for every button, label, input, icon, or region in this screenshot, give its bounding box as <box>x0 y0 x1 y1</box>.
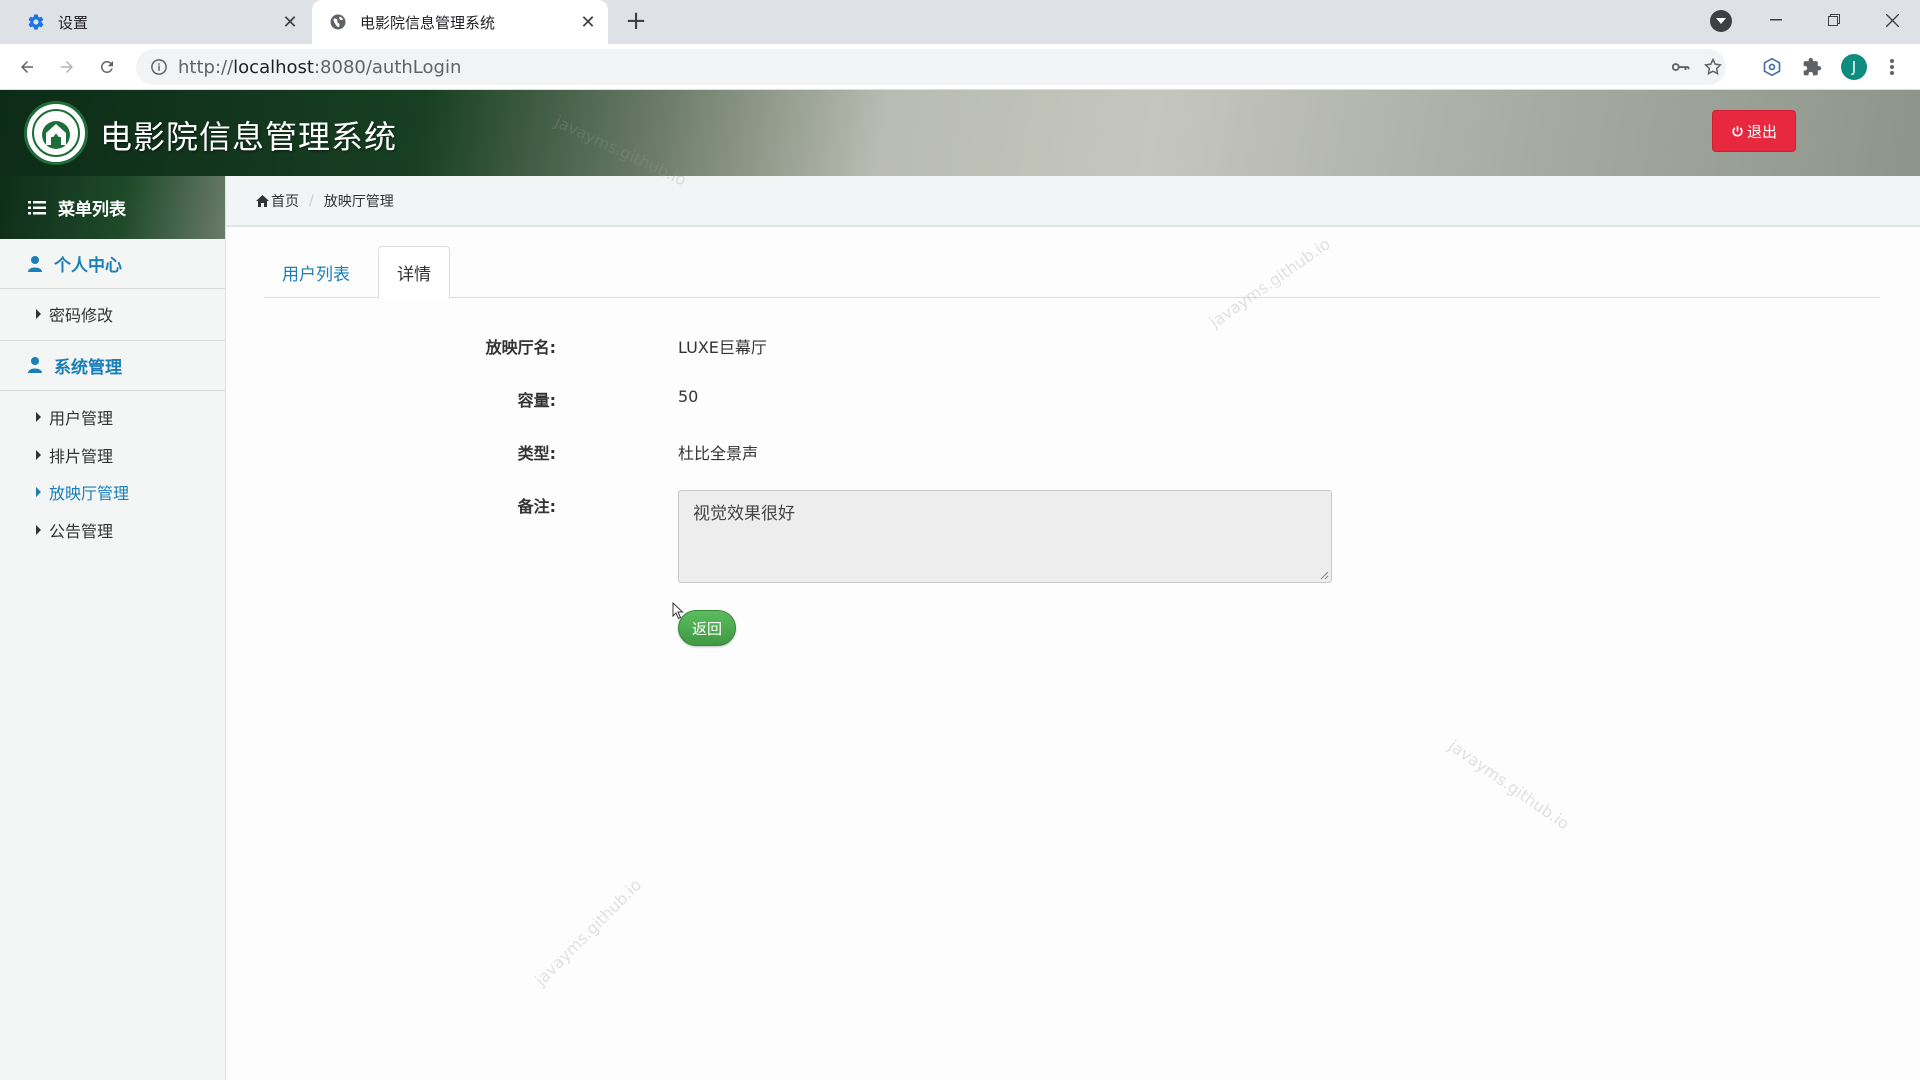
breadcrumb: 首页 / 放映厅管理 <box>226 176 1920 227</box>
breadcrumb-separator: / <box>309 192 314 209</box>
url-text: http://localhost:8080/authLogin <box>178 57 462 78</box>
power-icon <box>1732 125 1743 136</box>
menu-items-system: 用户管理 排片管理 放映厅管理 公告管理 <box>0 391 225 549</box>
sidebar-item-halls[interactable]: 放映厅管理 <box>0 474 225 512</box>
forward-arrow-icon[interactable] <box>51 51 83 83</box>
avatar[interactable]: J <box>1841 54 1867 80</box>
name-value: LUXE巨幕厅 <box>678 338 767 357</box>
tab-title: 电影院信息管理系统 <box>360 13 496 32</box>
sidebar-item-schedule[interactable]: 排片管理 <box>0 436 225 474</box>
browser-tab-strip: 设置 ✕ 电影院信息管理系统 ✕ + <box>0 0 1920 44</box>
back-arrow-icon[interactable] <box>11 51 43 83</box>
restore-icon[interactable] <box>1806 0 1862 40</box>
caret-right-icon <box>36 487 41 498</box>
close-icon[interactable]: ✕ <box>576 10 600 34</box>
star-icon[interactable] <box>1702 56 1724 78</box>
type-value: 杜比全景声 <box>678 444 759 463</box>
address-bar[interactable]: http://localhost:8080/authLogin <box>136 49 1726 85</box>
menu-group-personal[interactable]: 个人中心 <box>0 239 225 289</box>
chevron-down-icon[interactable] <box>1710 10 1732 32</box>
capacity-label: 容量: <box>517 391 556 410</box>
list-icon <box>28 200 46 214</box>
remark-textarea[interactable]: 视觉效果很好 <box>678 490 1332 583</box>
menu-group-label: 系统管理 <box>54 357 122 378</box>
browser-toolbar: http://localhost:8080/authLogin J <box>0 44 1920 90</box>
app-header: 电影院信息管理系统 退出 <box>0 90 1920 176</box>
watermark: javayms.github.io <box>1445 736 1573 834</box>
sidebar-item-password[interactable]: 密码修改 <box>0 295 225 333</box>
mouse-cursor-icon <box>672 602 684 620</box>
back-button[interactable]: 返回 <box>678 610 736 646</box>
name-label: 放映厅名: <box>485 338 556 357</box>
caret-right-icon <box>36 308 41 319</box>
menu-items-personal: 密码修改 <box>0 289 225 341</box>
main-content: 首页 / 放映厅管理 用户列表 详情 放映厅名: LUXE巨幕厅 容量: 50 … <box>226 176 1920 1080</box>
sidebar-item-label: 放映厅管理 <box>49 484 130 504</box>
resize-grip-icon[interactable] <box>1319 570 1329 580</box>
caret-right-icon <box>36 449 41 460</box>
remark-text: 视觉效果很好 <box>693 504 795 524</box>
tab-user-list[interactable]: 用户列表 <box>264 246 368 298</box>
reload-icon[interactable] <box>91 51 123 83</box>
breadcrumb-home[interactable]: 首页 <box>271 191 299 211</box>
home-icon <box>256 194 269 207</box>
type-label: 类型: <box>517 444 556 463</box>
tab-detail[interactable]: 详情 <box>378 246 450 299</box>
menu-header: 菜单列表 <box>0 176 225 239</box>
puzzle-icon[interactable] <box>1800 55 1824 79</box>
menu-title: 菜单列表 <box>58 200 126 220</box>
minimize-icon[interactable] <box>1748 0 1804 40</box>
remark-label: 备注: <box>517 497 556 516</box>
sidebar-item-label: 密码修改 <box>49 305 114 325</box>
caret-right-icon <box>36 524 41 535</box>
browser-tab-settings[interactable]: 设置 ✕ <box>10 0 310 44</box>
sidebar-item-users[interactable]: 用户管理 <box>0 399 225 437</box>
globe-icon <box>328 12 348 32</box>
breadcrumb-current: 放映厅管理 <box>323 193 394 210</box>
content-tabs: 用户列表 详情 <box>264 246 1880 299</box>
logout-button[interactable]: 退出 <box>1712 110 1796 152</box>
sidebar-item-label: 排片管理 <box>49 446 114 466</box>
sidebar-item-label: 用户管理 <box>49 409 114 429</box>
app-title: 电影院信息管理系统 <box>100 118 398 156</box>
tab-title: 设置 <box>58 13 89 32</box>
extension-hexagon-icon[interactable] <box>1760 55 1784 79</box>
more-vert-icon[interactable] <box>1880 55 1904 79</box>
university-logo <box>24 101 88 165</box>
new-tab-button[interactable]: + <box>622 8 650 36</box>
capacity-value: 50 <box>678 387 699 406</box>
user-icon <box>28 255 42 272</box>
watermark: javayms.github.io <box>531 875 646 990</box>
menu-group-system[interactable]: 系统管理 <box>0 341 225 391</box>
sidebar-item-notices[interactable]: 公告管理 <box>0 511 225 549</box>
close-icon[interactable]: ✕ <box>278 10 302 34</box>
menu-group-label: 个人中心 <box>54 256 122 276</box>
sidebar-item-label: 公告管理 <box>49 521 114 541</box>
sidebar: 菜单列表 个人中心 密码修改 系统管理 用户管理 排片管理 放映厅管理 公告管理 <box>0 176 226 1080</box>
logout-label: 退出 <box>1746 122 1777 141</box>
key-icon[interactable] <box>1670 56 1692 78</box>
window-close-icon[interactable] <box>1864 0 1920 40</box>
gear-icon <box>26 12 46 32</box>
caret-right-icon <box>36 412 41 423</box>
browser-tab-cinema[interactable]: 电影院信息管理系统 ✕ <box>312 0 608 44</box>
user-icon <box>28 357 42 373</box>
info-icon[interactable] <box>150 58 168 76</box>
